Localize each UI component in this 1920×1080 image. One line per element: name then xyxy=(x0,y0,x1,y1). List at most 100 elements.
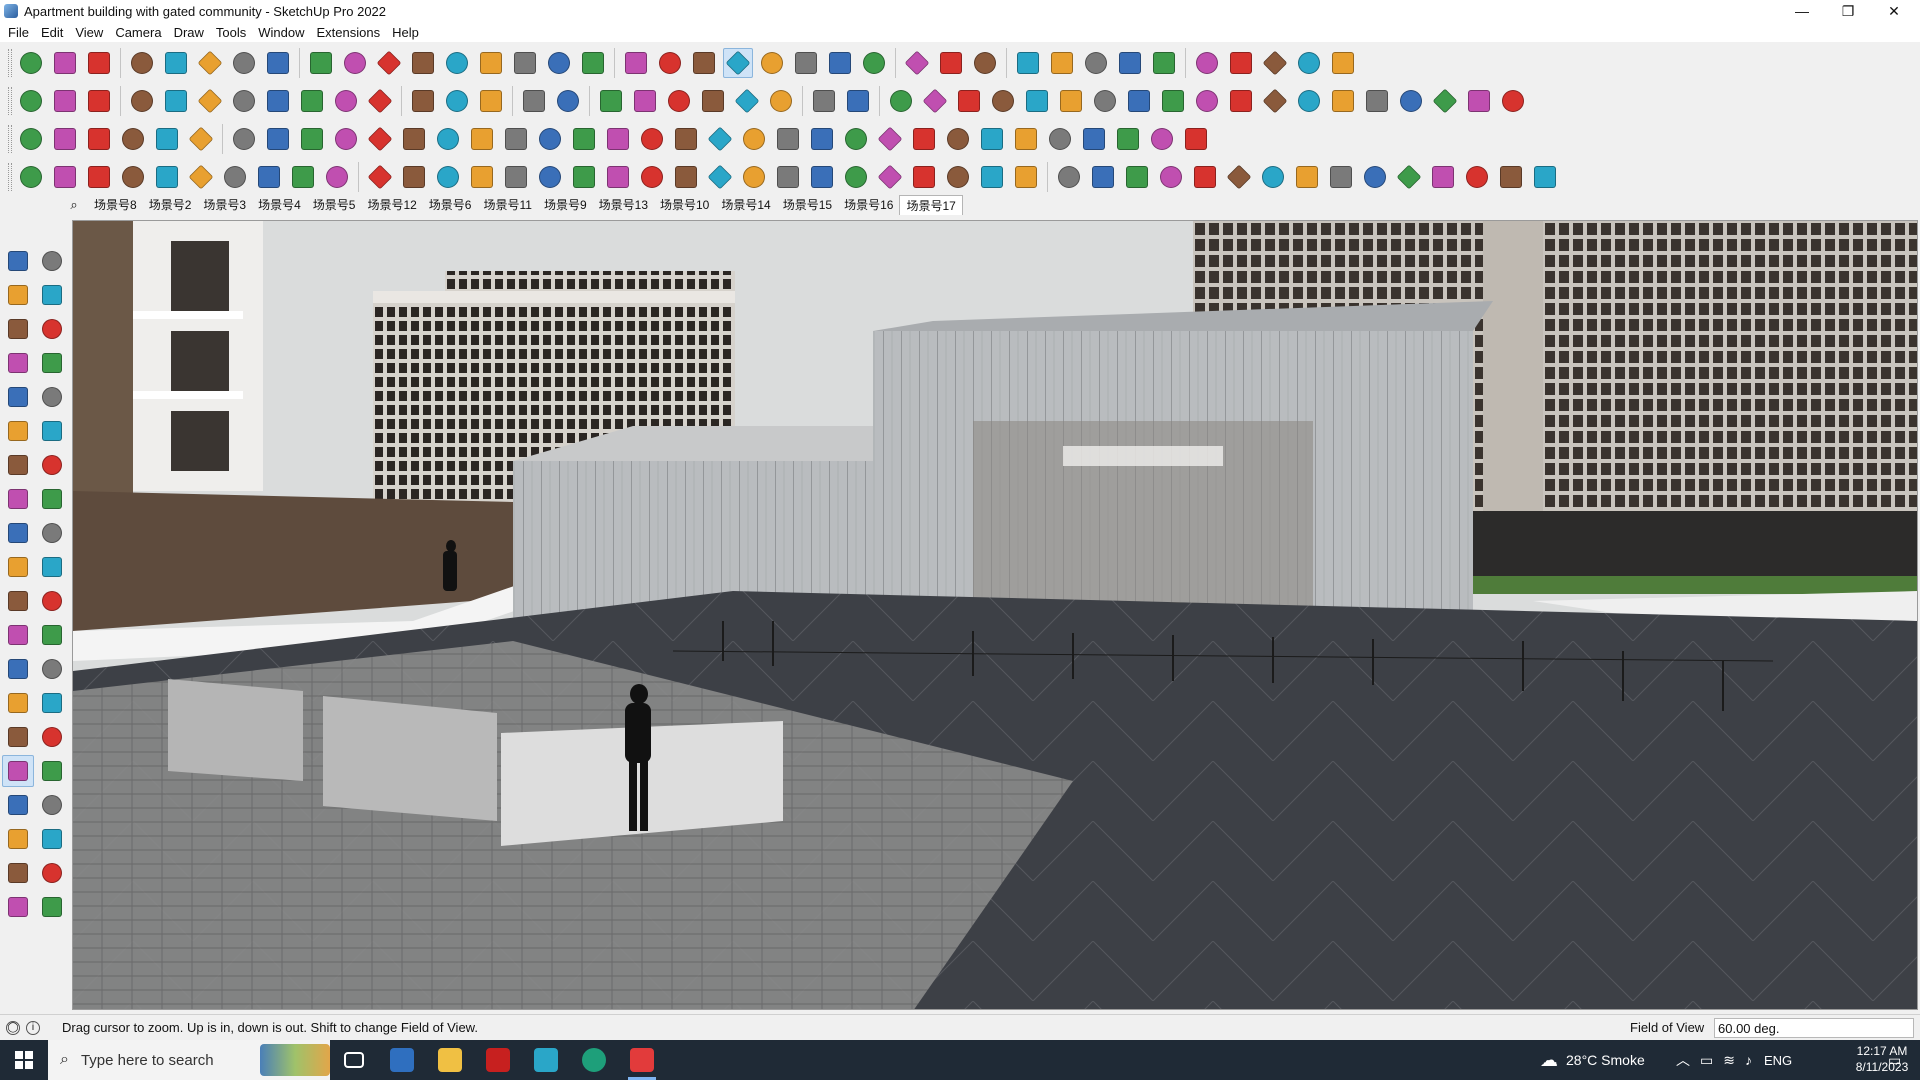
line-dropdown-button[interactable] xyxy=(195,48,225,78)
house-e-button[interactable] xyxy=(732,86,762,116)
house-a-button[interactable] xyxy=(596,86,626,116)
zoom-extents-button[interactable] xyxy=(16,48,46,78)
scene-render[interactable] xyxy=(73,221,1918,1010)
component-tool-button[interactable] xyxy=(2,313,34,345)
corner-button[interactable] xyxy=(297,124,327,154)
edit-as-button[interactable] xyxy=(1530,162,1560,192)
line-tool-button[interactable] xyxy=(2,347,34,379)
edit-am-button[interactable] xyxy=(1326,162,1356,192)
shape-b-button[interactable] xyxy=(920,86,950,116)
tool-m-button[interactable] xyxy=(773,124,803,154)
scene-tab-13[interactable]: 场景号15 xyxy=(777,195,838,215)
menu-camera[interactable]: Camera xyxy=(113,25,171,40)
plane-b-button[interactable] xyxy=(442,86,472,116)
edit-ak-button[interactable] xyxy=(1258,162,1288,192)
model-viewport[interactable] xyxy=(72,220,1918,1010)
tool-t-button[interactable] xyxy=(1011,124,1041,154)
loop-button[interactable] xyxy=(229,124,259,154)
minimize-button[interactable]: — xyxy=(1780,0,1824,22)
extension-button[interactable] xyxy=(1328,48,1358,78)
wifi-icon[interactable]: ≋ xyxy=(1723,1052,1735,1069)
select-tool-button[interactable] xyxy=(2,245,34,277)
shape-s-button[interactable] xyxy=(1498,86,1528,116)
shape-n-button[interactable] xyxy=(1328,86,1358,116)
file-explorer-app[interactable] xyxy=(426,1040,474,1080)
edit-ac-button[interactable] xyxy=(977,162,1007,192)
tape-measure-button[interactable] xyxy=(544,48,574,78)
layer-f-button[interactable] xyxy=(186,124,216,154)
axes-tool-button[interactable] xyxy=(2,687,34,719)
edit-an-button[interactable] xyxy=(1360,162,1390,192)
tool-n-button[interactable] xyxy=(807,124,837,154)
scene-tab-14[interactable]: 场景号16 xyxy=(838,195,899,215)
shape-c-button[interactable] xyxy=(954,86,984,116)
info-icon[interactable]: i xyxy=(26,1020,40,1035)
plane-a-button[interactable] xyxy=(408,86,438,116)
section-fill-button[interactable] xyxy=(1226,48,1256,78)
extrude-e-button[interactable] xyxy=(263,86,293,116)
component-b-button[interactable] xyxy=(50,86,80,116)
shape-d-button[interactable] xyxy=(988,86,1018,116)
tool-s-button[interactable] xyxy=(977,124,1007,154)
top-tool-button[interactable] xyxy=(36,891,68,923)
edit-c-button[interactable] xyxy=(84,162,114,192)
component-a-button[interactable] xyxy=(16,86,46,116)
tool-f-button[interactable] xyxy=(535,124,565,154)
arc-tool-button[interactable] xyxy=(2,449,34,481)
edit-af-button[interactable] xyxy=(1088,162,1118,192)
chain-button[interactable] xyxy=(331,124,361,154)
edit-f-button[interactable] xyxy=(186,162,216,192)
fx-button[interactable] xyxy=(766,86,796,116)
shape-r-button[interactable] xyxy=(1464,86,1494,116)
edit-e-button[interactable] xyxy=(152,162,182,192)
edit-al-button[interactable] xyxy=(1292,162,1322,192)
edit-aj-button[interactable] xyxy=(1224,162,1254,192)
paint-tool-button[interactable] xyxy=(2,279,34,311)
arrows-up-button[interactable] xyxy=(1115,48,1145,78)
edit-k-button[interactable] xyxy=(365,162,395,192)
weather-widget[interactable]: ☁ 28°C Smoke xyxy=(1540,1040,1645,1080)
pan-button[interactable] xyxy=(689,48,719,78)
push-pull-tool-button[interactable] xyxy=(36,517,68,549)
tool-y-button[interactable] xyxy=(1181,124,1211,154)
tool-e-button[interactable] xyxy=(501,124,531,154)
rotate-button[interactable] xyxy=(476,48,506,78)
layer-c-button[interactable] xyxy=(84,124,114,154)
edit-t-button[interactable] xyxy=(671,162,701,192)
section-plane-button[interactable] xyxy=(1192,48,1222,78)
layer-a-button[interactable] xyxy=(16,124,46,154)
select-button[interactable] xyxy=(50,48,80,78)
edit-a-button[interactable] xyxy=(16,162,46,192)
tool-l-button[interactable] xyxy=(739,124,769,154)
tool-g-button[interactable] xyxy=(569,124,599,154)
edit-ah-button[interactable] xyxy=(1156,162,1186,192)
circle-tool-button[interactable] xyxy=(2,415,34,447)
edit-b-button[interactable] xyxy=(50,162,80,192)
tool-c-button[interactable] xyxy=(433,124,463,154)
layer-d-button[interactable] xyxy=(118,124,148,154)
section-plane-tool-button[interactable] xyxy=(36,857,68,889)
edit-n-button[interactable] xyxy=(467,162,497,192)
extrude-b-button[interactable] xyxy=(161,86,191,116)
edit-y-button[interactable] xyxy=(841,162,871,192)
scene-tab-8[interactable]: 场景号11 xyxy=(477,195,537,215)
redo-button[interactable] xyxy=(1294,48,1324,78)
iso-view-button[interactable] xyxy=(791,48,821,78)
tape-tool-button[interactable] xyxy=(36,313,68,345)
stairs-button[interactable] xyxy=(263,124,293,154)
scene-tab-3[interactable]: 场景号3 xyxy=(197,195,252,215)
toolbar-grip[interactable] xyxy=(8,48,12,77)
edit-j-button[interactable] xyxy=(322,162,352,192)
shape-l-button[interactable] xyxy=(1260,86,1290,116)
scene-tab-5[interactable]: 场景号5 xyxy=(307,195,362,215)
edit-ar-button[interactable] xyxy=(1496,162,1526,192)
layers-button[interactable] xyxy=(1013,48,1043,78)
tool-q-button[interactable] xyxy=(909,124,939,154)
zoom-window-tool-button[interactable] xyxy=(36,755,68,787)
scene-tab-6[interactable]: 场景号12 xyxy=(361,195,422,215)
taskbar-clock[interactable]: 12:17 AM 8/11/2023 xyxy=(1850,1043,1914,1075)
select-dropdown-button[interactable] xyxy=(84,48,114,78)
scene-tab-7[interactable]: 场景号6 xyxy=(423,195,478,215)
look-around-tool-button[interactable] xyxy=(36,823,68,855)
edit-aa-button[interactable] xyxy=(909,162,939,192)
